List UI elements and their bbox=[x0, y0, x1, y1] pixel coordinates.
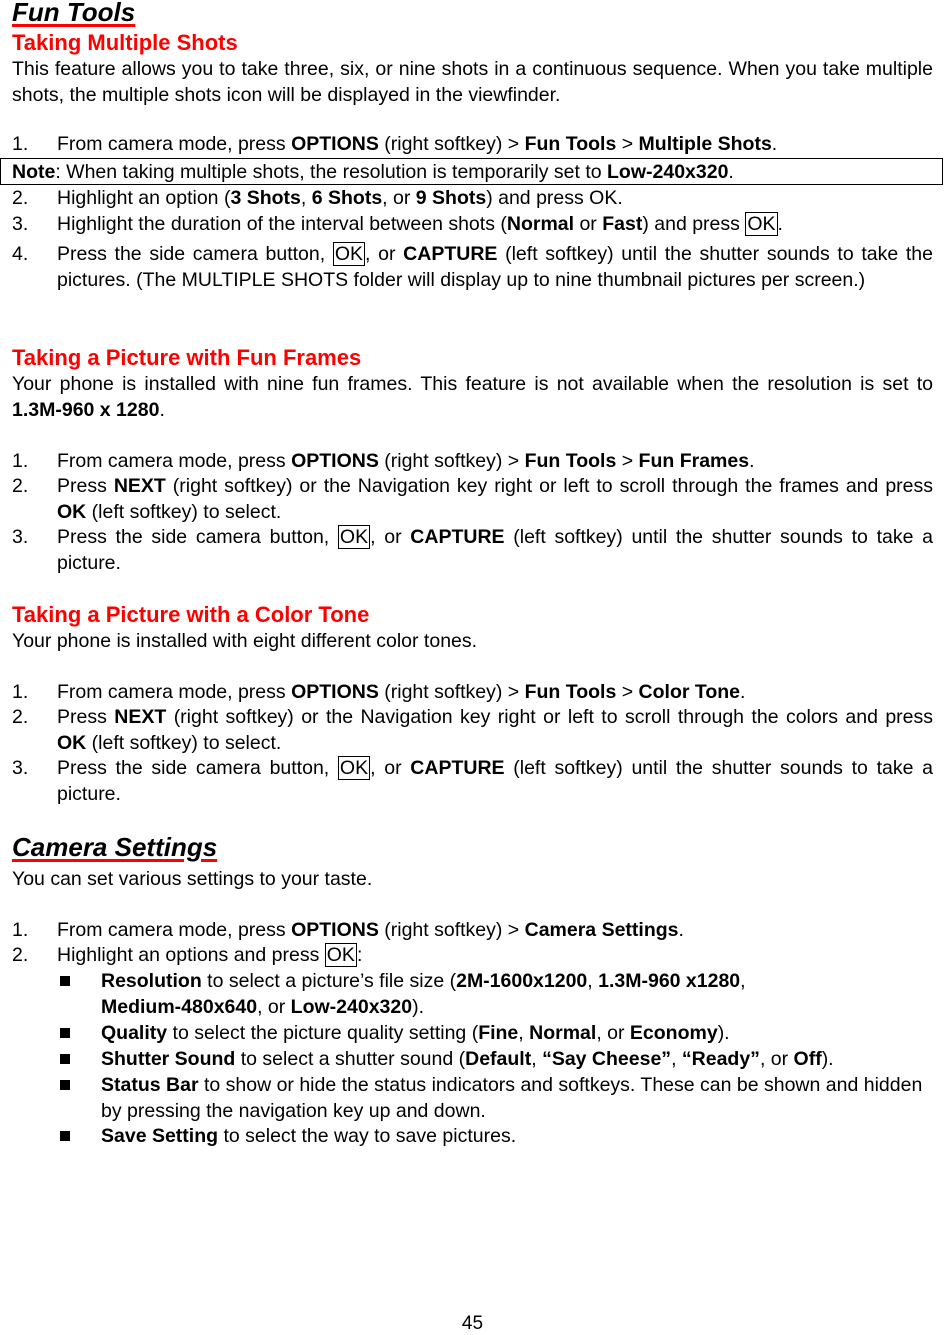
square-bullet-icon bbox=[60, 1080, 70, 1090]
ok-key-label: OK bbox=[745, 212, 778, 236]
square-bullet-icon bbox=[60, 1131, 70, 1141]
multiple-shots-step-3: 3. Highlight the duration of the interva… bbox=[12, 212, 783, 236]
ok-key-label: OK bbox=[337, 756, 371, 780]
camera-settings-step-2: 2. Highlight an options and press OK: bbox=[12, 943, 363, 967]
fun-frames-step-1: 1. From camera mode, press OPTIONS (righ… bbox=[12, 450, 755, 472]
square-bullet-icon bbox=[60, 976, 70, 986]
intro-multiple-shots: This feature allows you to take three, s… bbox=[12, 58, 933, 106]
fun-frames-step-2: 2. Press NEXT (right softkey) or the Nav… bbox=[12, 475, 933, 523]
bullet-status-bar: Status Bar to show or hide the status in… bbox=[60, 1073, 933, 1124]
color-tone-step-2: 2. Press NEXT (right softkey) or the Nav… bbox=[12, 706, 934, 754]
color-tone-step-3: 3. Press the side camera button, OK, or … bbox=[12, 756, 934, 805]
heading-multiple-shots: Taking Multiple Shots bbox=[12, 30, 238, 55]
bullet-shutter-sound: Shutter Sound to select a shutter sound … bbox=[60, 1047, 933, 1073]
ok-key-label: OK bbox=[332, 242, 366, 266]
bullet-save-setting: Save Setting to select the way to save p… bbox=[60, 1124, 933, 1150]
square-bullet-icon bbox=[60, 1054, 70, 1064]
bullet-resolution: Resolution to select a picture’s file si… bbox=[60, 969, 933, 1020]
note-label: Note bbox=[12, 161, 56, 183]
section-title-camera-settings: Camera Settings bbox=[12, 832, 218, 862]
note-box: Note: When taking multiple shots, the re… bbox=[0, 158, 943, 185]
multiple-shots-step-2: 2. Highlight an option (3 Shots, 6 Shots… bbox=[12, 187, 623, 209]
heading-fun-frames: Taking a Picture with Fun Frames bbox=[12, 345, 362, 370]
camera-settings-step-1: 1. From camera mode, press OPTIONS (righ… bbox=[12, 919, 684, 941]
multiple-shots-step-4: 4. Press the side camera button, OK, or … bbox=[12, 242, 934, 291]
color-tone-step-1: 1. From camera mode, press OPTIONS (righ… bbox=[12, 681, 746, 703]
section-title-fun-tools: Fun Tools bbox=[12, 0, 136, 27]
heading-color-tone: Taking a Picture with a Color Tone bbox=[12, 602, 370, 627]
ok-key-label: OK bbox=[324, 943, 357, 967]
ok-key-label: OK bbox=[337, 525, 371, 549]
intro-fun-frames: Your phone is installed with nine fun fr… bbox=[12, 373, 933, 421]
intro-camera-settings: You can set various settings to your tas… bbox=[12, 868, 373, 890]
square-bullet-icon bbox=[60, 1028, 70, 1038]
fun-frames-step-3: 3. Press the side camera button, OK, or … bbox=[12, 525, 934, 574]
intro-color-tone: Your phone is installed with eight diffe… bbox=[12, 630, 478, 652]
bullet-quality: Quality to select the picture quality se… bbox=[60, 1021, 933, 1047]
multiple-shots-step-1: 1. From camera mode, press OPTIONS (righ… bbox=[12, 133, 778, 155]
